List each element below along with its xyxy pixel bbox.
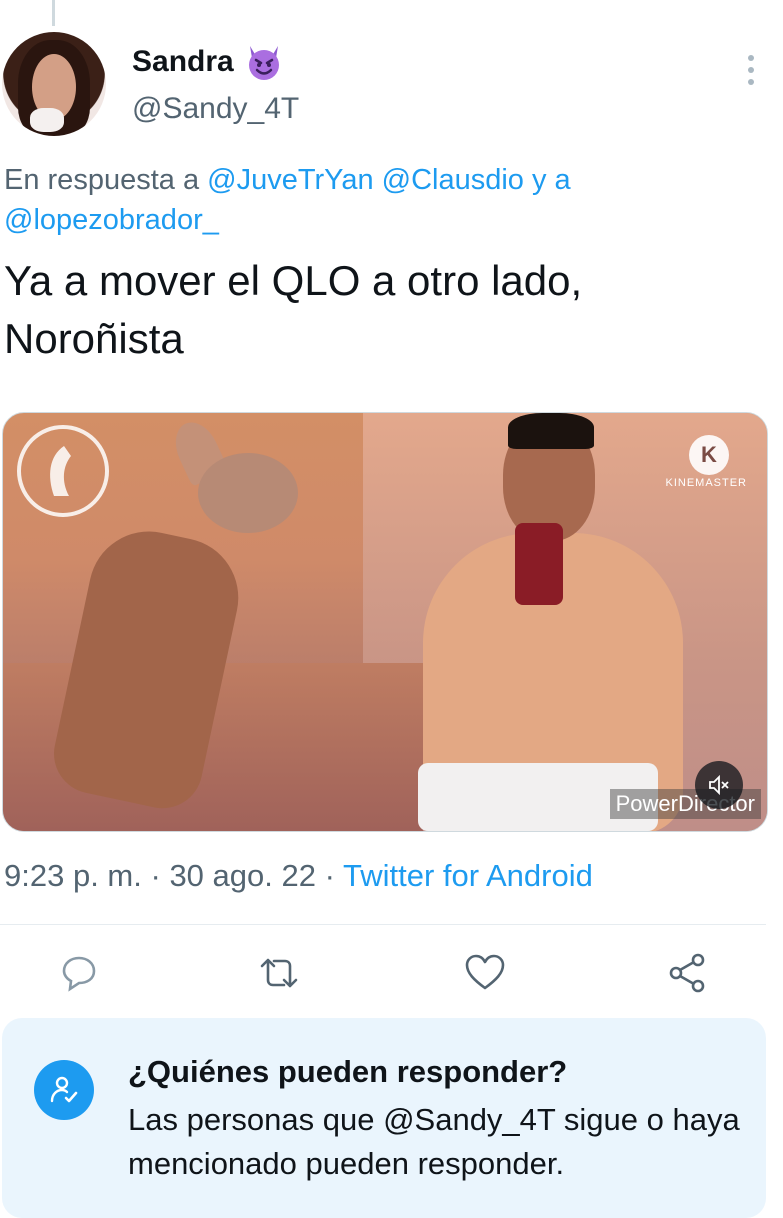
video-player[interactable]: K KINEMASTER PowerDirector bbox=[2, 412, 768, 832]
retweet-icon[interactable] bbox=[256, 950, 302, 996]
thread-connector-line bbox=[52, 0, 55, 26]
tweet-date[interactable]: 30 ago. 22 bbox=[169, 858, 316, 893]
divider bbox=[0, 924, 766, 925]
reply-icon[interactable] bbox=[56, 950, 102, 996]
tweet-metadata: 9:23 p. m. · 30 ago. 22 · Twitter for An… bbox=[4, 858, 593, 894]
mention-link[interactable]: @JuveTrYan bbox=[207, 164, 373, 196]
mention-link[interactable]: @lopezobrador_ bbox=[4, 204, 219, 236]
reply-conjunction: y a bbox=[532, 164, 571, 196]
meta-separator: · bbox=[150, 858, 161, 893]
author-handle[interactable]: @Sandy_4T bbox=[132, 92, 299, 126]
channel-logo-watermark bbox=[17, 425, 109, 517]
smiling-imp-emoji-icon bbox=[248, 46, 279, 80]
reply-restriction-description: Las personas que @Sandy_4T sigue o haya … bbox=[128, 1102, 740, 1181]
tweet-action-bar bbox=[0, 948, 783, 998]
share-icon[interactable] bbox=[664, 950, 710, 996]
like-icon[interactable] bbox=[462, 950, 508, 996]
tweet-text: Ya a mover el QLO a otro lado, Noroñista bbox=[4, 257, 583, 362]
tweet-time[interactable]: 9:23 p. m. bbox=[4, 858, 142, 893]
tweet-source-link[interactable]: Twitter for Android bbox=[343, 858, 593, 893]
reply-prefix: En respuesta a bbox=[4, 164, 200, 196]
author-name-row[interactable]: Sandra bbox=[132, 42, 284, 82]
reply-context: En respuesta a @JuveTrYan @Clausdio y a … bbox=[4, 160, 764, 240]
more-options-icon[interactable] bbox=[739, 50, 763, 90]
avatar[interactable] bbox=[2, 32, 106, 136]
mute-toggle-button[interactable] bbox=[695, 761, 743, 809]
kinemaster-logo-icon: K bbox=[689, 435, 729, 475]
meta-separator: · bbox=[324, 858, 335, 893]
reply-restriction-card: ¿Quiénes pueden responder? Las personas … bbox=[2, 1018, 766, 1218]
reply-restriction-title: ¿Quiénes pueden responder? bbox=[128, 1054, 568, 1089]
volume-muted-icon bbox=[709, 774, 729, 796]
mention-link[interactable]: @Clausdio bbox=[382, 164, 524, 196]
tweet-header: Sandra @Sandy_4T bbox=[0, 28, 783, 148]
kinemaster-watermark: KINEMASTER bbox=[665, 477, 747, 489]
mentioned-users-icon bbox=[34, 1060, 94, 1120]
author-display-name[interactable]: Sandra bbox=[132, 45, 234, 79]
